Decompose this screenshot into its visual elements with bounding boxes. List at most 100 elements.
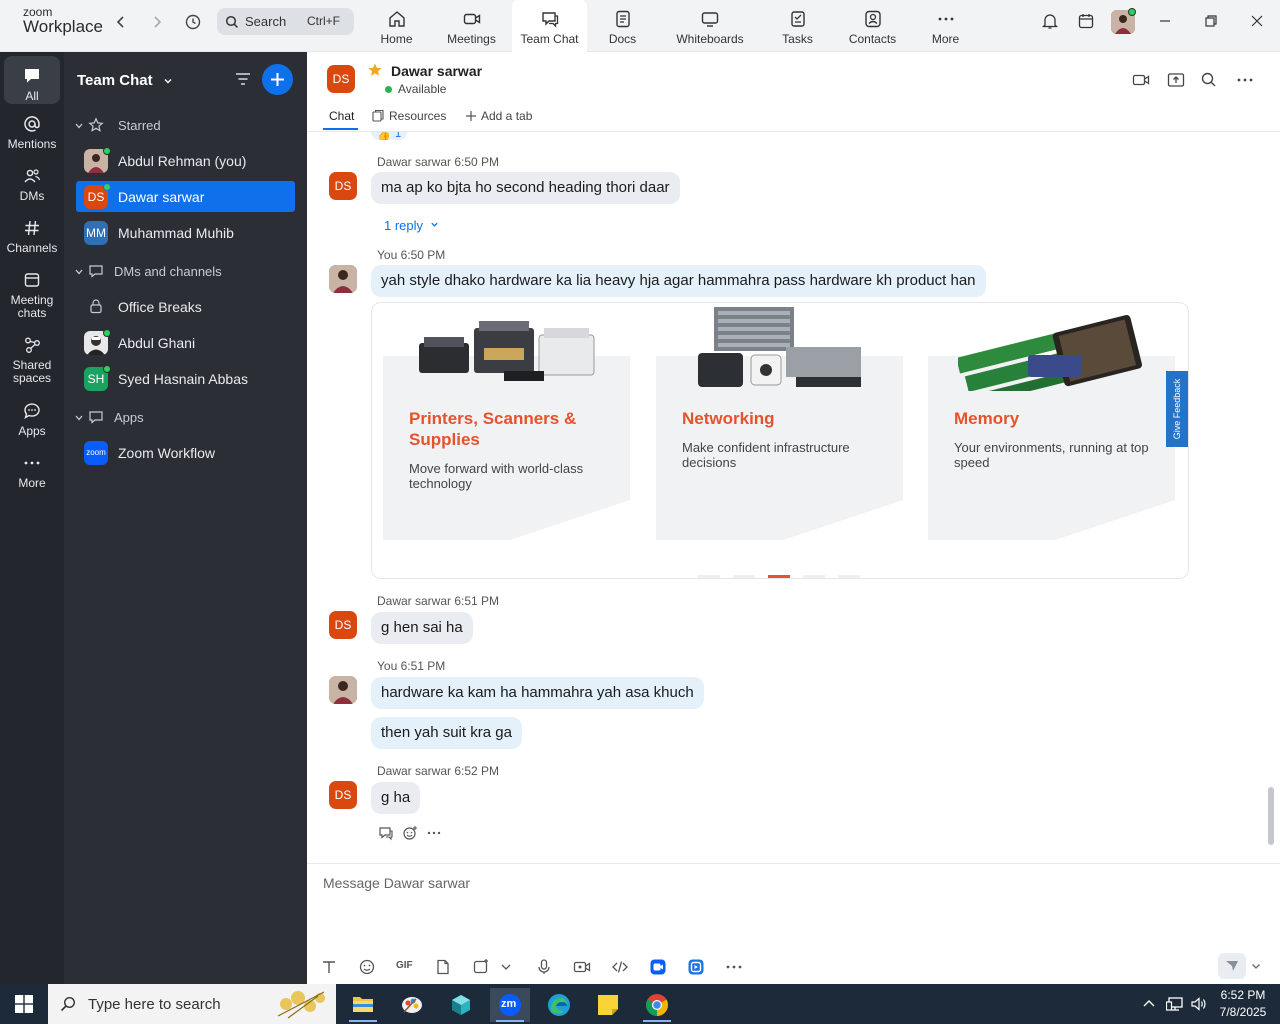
give-feedback-tab[interactable]: Give Feedback	[1166, 371, 1188, 447]
star-filled-icon[interactable]	[367, 62, 383, 78]
volume-icon[interactable]	[1190, 996, 1208, 1012]
section-apps[interactable]: Apps	[74, 408, 274, 428]
rail-shared-spaces[interactable]: Shared spaces	[0, 335, 64, 385]
chevron-down-icon[interactable]	[500, 958, 512, 976]
edge-icon[interactable]	[539, 988, 579, 1022]
microphone-icon[interactable]	[535, 958, 553, 976]
app-icon[interactable]	[649, 958, 667, 976]
scrollbar[interactable]	[1268, 787, 1274, 845]
sidebar-item-dawar-sarwar[interactable]: DS Dawar sarwar	[76, 181, 295, 212]
avatar[interactable]	[329, 676, 357, 704]
tab-contacts[interactable]: Contacts	[835, 0, 910, 52]
video-call-icon[interactable]	[1131, 70, 1151, 90]
tab-resources[interactable]: Resources	[371, 109, 446, 123]
taskbar-search-input[interactable]: Type here to search	[48, 984, 336, 1024]
restore-icon[interactable]	[1202, 12, 1220, 30]
reaction-thumbs-up[interactable]: 👍 1	[371, 132, 407, 141]
new-chat-button[interactable]	[262, 64, 293, 95]
rail-more[interactable]: More	[0, 453, 64, 490]
rail-meeting-chats[interactable]: Meeting chats	[0, 270, 64, 320]
rail-mentions[interactable]: Mentions	[0, 114, 64, 151]
message-bubble[interactable]: then yah suit kra ga	[371, 717, 522, 749]
tab-team-chat[interactable]: Team Chat	[512, 0, 587, 52]
calendar-icon[interactable]	[1077, 12, 1095, 30]
taskbar-clock[interactable]: 6:52 PM 7/8/2025	[1212, 987, 1274, 1021]
carousel-indicator-active[interactable]	[768, 575, 790, 578]
reply-thread-icon[interactable]	[378, 825, 394, 841]
more-dots-icon[interactable]	[426, 825, 442, 841]
link-preview-carousel[interactable]: Printers, Scanners & Supplies Move forwa…	[371, 302, 1189, 579]
file-icon[interactable]	[434, 958, 452, 976]
section-starred[interactable]: Starred	[74, 116, 274, 136]
filter-icon[interactable]	[234, 70, 252, 88]
rail-channels[interactable]: Channels	[0, 218, 64, 255]
avatar[interactable]: DS	[329, 172, 357, 200]
tab-meetings[interactable]: Meetings	[434, 0, 509, 52]
app-icon[interactable]	[441, 988, 481, 1022]
tab-docs[interactable]: Docs	[585, 0, 660, 52]
zoom-icon[interactable]: zm	[490, 988, 530, 1022]
message-bubble[interactable]: g hen sai ha	[371, 612, 473, 644]
carousel-indicator[interactable]	[838, 575, 860, 578]
forward-arrow-icon[interactable]	[148, 13, 166, 31]
tab-tasks[interactable]: Tasks	[760, 0, 835, 52]
sidebar-item-abdul-rehman[interactable]: Abdul Rehman (you)	[76, 145, 295, 176]
thread-reply-link[interactable]: 1 reply	[384, 218, 439, 233]
chevron-up-icon[interactable]	[1142, 997, 1156, 1011]
file-explorer-icon[interactable]	[343, 988, 383, 1022]
share-screen-icon[interactable]	[1166, 70, 1186, 90]
search-icon[interactable]	[1200, 71, 1218, 89]
sticky-notes-icon[interactable]	[588, 988, 628, 1022]
video-clip-icon[interactable]	[573, 958, 591, 976]
tab-home[interactable]: Home	[359, 0, 434, 52]
notifications-bell-icon[interactable]	[1041, 12, 1059, 30]
chat-title[interactable]: Dawar sarwar	[391, 63, 482, 79]
text-format-icon[interactable]	[320, 958, 338, 976]
windows-start-icon[interactable]	[15, 995, 33, 1013]
emoji-reaction-icon[interactable]	[402, 825, 418, 841]
emoji-icon[interactable]	[358, 958, 376, 976]
message-bubble[interactable]: hardware ka kam ha hammahra yah asa khuc…	[371, 677, 704, 709]
message-input-placeholder[interactable]: Message Dawar sarwar	[323, 875, 470, 891]
close-icon[interactable]	[1248, 12, 1266, 30]
section-dms-and-channels[interactable]: DMs and channels	[74, 262, 274, 282]
sidebar-item-syed-hasnain-abbas[interactable]: SH Syed Hasnain Abbas	[76, 363, 295, 394]
code-icon[interactable]	[611, 958, 629, 976]
search-input[interactable]: Search Ctrl+F	[217, 8, 354, 35]
app-icon[interactable]	[392, 988, 432, 1022]
message-bubble[interactable]: yah style dhako hardware ka lia heavy hj…	[371, 265, 986, 297]
profile-avatar[interactable]	[1111, 8, 1136, 34]
rail-dms[interactable]: DMs	[0, 166, 64, 203]
rail-all[interactable]: All	[4, 56, 60, 104]
chevron-down-icon[interactable]	[1250, 960, 1262, 972]
send-button[interactable]	[1218, 953, 1246, 979]
history-icon[interactable]	[184, 13, 202, 31]
sidebar-item-muhammad-muhib[interactable]: MM Muhammad Muhib	[76, 217, 295, 248]
carousel-indicator[interactable]	[803, 575, 825, 578]
chat-avatar[interactable]: DS	[327, 65, 355, 93]
tab-chat[interactable]: Chat	[329, 109, 354, 123]
sidebar-item-zoom-workflow[interactable]: zoom Zoom Workflow	[76, 437, 295, 468]
carousel-indicator[interactable]	[698, 575, 720, 578]
message-bubble[interactable]: ma ap ko bjta ho second heading thori da…	[371, 172, 680, 204]
sidebar-title-dropdown[interactable]: Team Chat	[77, 72, 173, 89]
message-list[interactable]: 👍 1 DS Dawar sarwar 6:50 PM ma ap ko bjta…	[307, 132, 1280, 863]
rail-apps[interactable]: Apps	[0, 401, 64, 438]
add-tab-button[interactable]: Add a tab	[465, 109, 532, 123]
avatar[interactable]	[329, 265, 357, 293]
back-arrow-icon[interactable]	[112, 13, 130, 31]
tab-more[interactable]: More	[908, 0, 983, 52]
avatar[interactable]: DS	[329, 781, 357, 809]
more-dots-icon[interactable]	[725, 958, 743, 976]
sidebar-item-office-breaks[interactable]: Office Breaks	[76, 291, 295, 322]
network-icon[interactable]	[1166, 996, 1184, 1012]
avatar[interactable]: DS	[329, 611, 357, 639]
message-bubble[interactable]: g ha	[371, 782, 421, 814]
app-icon[interactable]	[687, 958, 705, 976]
gif-icon[interactable]: GIF	[396, 960, 413, 971]
message-composer[interactable]: Message Dawar sarwar GIF	[307, 863, 1280, 984]
minimize-icon[interactable]	[1156, 12, 1174, 30]
chrome-icon[interactable]	[637, 988, 677, 1022]
carousel-indicator[interactable]	[733, 575, 755, 578]
screenshot-icon[interactable]	[472, 958, 490, 976]
